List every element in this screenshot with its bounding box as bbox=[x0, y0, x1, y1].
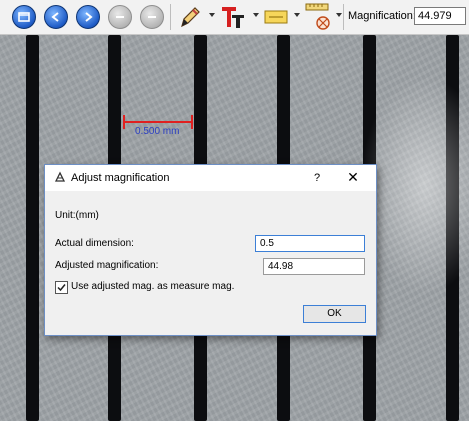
next-icon[interactable] bbox=[140, 5, 164, 29]
pencil-icon[interactable] bbox=[178, 4, 202, 33]
magnification-label: Magnification: bbox=[348, 10, 416, 22]
ok-button[interactable]: OK bbox=[303, 305, 366, 323]
text-tool-icon[interactable] bbox=[220, 4, 248, 33]
magnification-input[interactable] bbox=[414, 7, 466, 25]
actual-dimension-field[interactable] bbox=[255, 235, 365, 252]
adjust-magnification-dialog: Adjust magnification ? ✕ Unit:(mm) Actua… bbox=[44, 164, 377, 336]
unit-label: Unit:(mm) bbox=[55, 210, 99, 221]
use-adjusted-mag-checkbox[interactable] bbox=[55, 281, 68, 294]
window-icon[interactable] bbox=[12, 5, 36, 29]
back-arrow-icon[interactable] bbox=[44, 5, 68, 29]
dialog-title: Adjust magnification bbox=[71, 172, 170, 184]
text-dropdown-icon[interactable] bbox=[253, 13, 259, 17]
measurement-line[interactable] bbox=[124, 121, 192, 123]
measure-dropdown-icon[interactable] bbox=[336, 13, 342, 17]
adjusted-magnification-label: Adjusted magnification: bbox=[55, 260, 159, 271]
measurement-endpoint-left[interactable] bbox=[123, 115, 125, 129]
label-dropdown-icon[interactable] bbox=[294, 13, 300, 17]
caliper-icon bbox=[54, 171, 66, 186]
toolbar-separator bbox=[343, 4, 344, 30]
adjusted-magnification-field[interactable] bbox=[263, 258, 365, 275]
dialog-title-bar: Adjust magnification ? ✕ bbox=[45, 165, 376, 191]
toolbar: Magnification: bbox=[0, 0, 469, 35]
use-adjusted-mag-label[interactable]: Use adjusted mag. as measure mag. bbox=[71, 281, 234, 292]
actual-dimension-label: Actual dimension: bbox=[55, 238, 134, 249]
label-tool-icon[interactable] bbox=[264, 8, 288, 29]
pencil-dropdown-icon[interactable] bbox=[209, 13, 215, 17]
close-button[interactable]: ✕ bbox=[341, 169, 365, 187]
measurement-label: 0.500 mm bbox=[135, 126, 180, 137]
forward-arrow-icon[interactable] bbox=[76, 5, 100, 29]
scale-line bbox=[26, 35, 39, 421]
toolbar-separator bbox=[170, 4, 171, 30]
help-button[interactable]: ? bbox=[307, 169, 327, 187]
previous-icon[interactable] bbox=[108, 5, 132, 29]
checkmark-icon bbox=[57, 284, 66, 292]
measurement-endpoint-right[interactable] bbox=[191, 115, 193, 129]
measure-tool-icon[interactable] bbox=[304, 2, 334, 35]
